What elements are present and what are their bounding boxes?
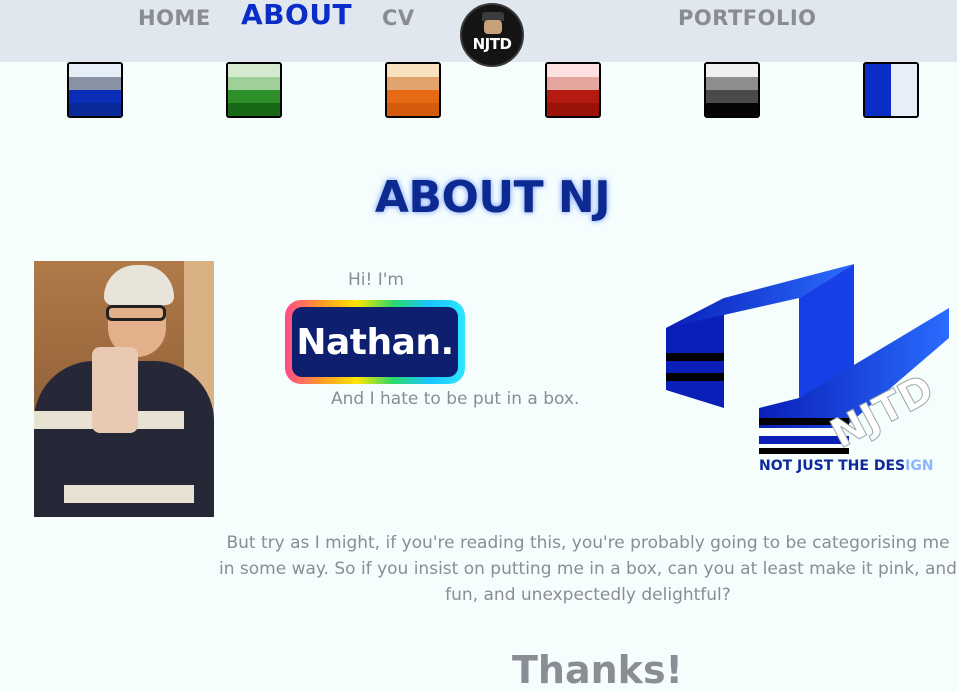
profile-photo — [34, 261, 214, 517]
swatch-band — [69, 77, 121, 90]
swatch-band — [891, 64, 917, 116]
swatch-band — [228, 103, 280, 116]
swatch-band — [387, 64, 439, 77]
nav-cv-link[interactable]: CV — [382, 6, 415, 30]
face-icon — [484, 20, 502, 34]
theme-swatch-blue[interactable] — [67, 62, 123, 118]
swatch-band — [547, 64, 599, 77]
nav-home-link[interactable]: HOME — [138, 6, 211, 30]
theme-swatch-green[interactable] — [226, 62, 282, 118]
theme-swatch-blue-white[interactable] — [863, 62, 919, 118]
swatch-band — [706, 90, 758, 103]
swatch-band — [547, 90, 599, 103]
swatch-band — [387, 103, 439, 116]
page-title: ABOUT NJ — [374, 172, 611, 223]
brand-tagline: NOT JUST THE DESIGN — [759, 458, 934, 474]
logo-text: NJTD — [472, 35, 512, 53]
name-text: Nathan. — [292, 307, 458, 377]
swatch-band — [547, 103, 599, 116]
swatch-band — [706, 64, 758, 77]
name-box: Nathan. — [285, 300, 465, 384]
swatch-band — [706, 77, 758, 90]
tagline-main: NOT JUST THE DES — [759, 458, 906, 474]
swatch-band — [547, 77, 599, 90]
swatch-band — [228, 77, 280, 90]
swatch-band — [387, 90, 439, 103]
njtd-avatar-logo[interactable]: NJTD — [460, 3, 524, 67]
swatch-band — [69, 90, 121, 103]
theme-swatch-red[interactable] — [545, 62, 601, 118]
box-statement: And I hate to be put in a box. — [331, 389, 580, 409]
greeting-text: Hi! I'm — [348, 270, 404, 290]
top-navigation: HOME ABOUT CV NJTD PORTFOLIO — [0, 0, 957, 67]
about-paragraph: But try as I might, if you're reading th… — [219, 533, 957, 605]
swatch-band — [69, 103, 121, 116]
nav-about-link[interactable]: ABOUT — [241, 0, 352, 31]
theme-swatch-orange[interactable] — [385, 62, 441, 118]
theme-swatch-grey[interactable] — [704, 62, 760, 118]
tagline-fade: IGN — [905, 458, 934, 474]
swatch-band — [228, 90, 280, 103]
thanks-heading: Thanks! — [512, 648, 683, 692]
swatch-band — [387, 77, 439, 90]
njtd-brand-logo: NJTD — [666, 264, 949, 458]
swatch-band — [69, 64, 121, 77]
swatch-band — [706, 103, 758, 116]
swatch-band — [228, 64, 280, 77]
nav-portfolio-link[interactable]: PORTFOLIO — [678, 6, 817, 30]
swatch-band — [865, 64, 891, 116]
phone-icon — [92, 347, 138, 433]
